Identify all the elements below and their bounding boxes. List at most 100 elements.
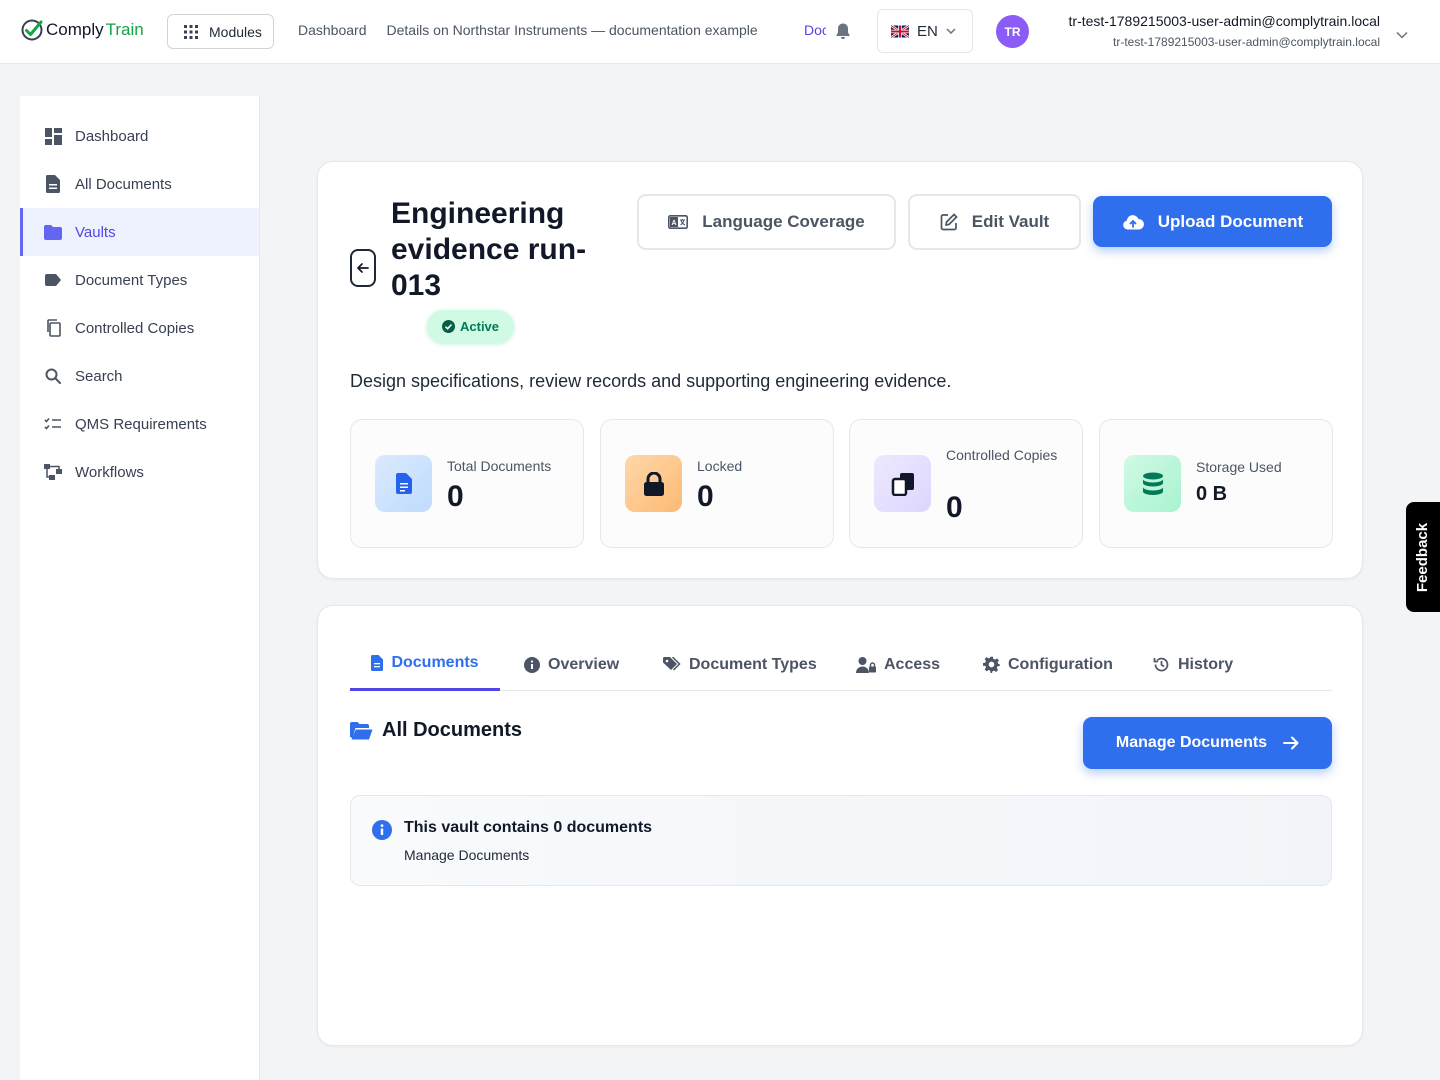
feedback-button[interactable]: Feedback [1406,502,1440,612]
tab-history[interactable]: History [1153,638,1233,691]
page-title: Engineering evidence run-013 [391,197,587,302]
history-icon [1153,657,1169,672]
sidebar-item-label: Dashboard [75,127,149,145]
stat-label: Locked [697,458,743,474]
language-selector[interactable]: EN [877,9,973,53]
grid-icon [184,24,198,39]
brand-name-part1: Comply [46,20,104,39]
tab-bar: Documents Overview Document Types Access… [350,638,1332,691]
stat-value: 0 [946,491,963,524]
stat-value: 0 [697,480,714,513]
sidebar: Dashboard All Documents Vaults Document … [20,96,260,1080]
info-subtitle-link[interactable]: Manage Documents [404,847,529,863]
stat-label: Total Documents [447,458,552,474]
sidebar-item-label: All Documents [75,175,172,193]
language-coverage-button[interactable]: A Language Coverage [637,194,896,250]
tab-label: Overview [548,655,620,673]
tab-label: Configuration [1008,655,1113,673]
database-icon [1124,455,1181,512]
modules-button[interactable]: Modules [167,14,274,49]
edit-vault-label: Edit Vault [971,212,1050,231]
language-icon: A [668,215,689,229]
modules-label: Modules [209,23,262,40]
empty-state-info-box: This vault contains 0 documents Manage D… [350,795,1332,886]
document-icon [44,175,62,193]
avatar[interactable]: TR [996,15,1029,48]
section-title-text: All Documents [382,719,523,741]
sidebar-item-label: Controlled Copies [75,319,195,337]
tab-label: History [1178,655,1234,673]
sidebar-item-all-documents[interactable]: All Documents [20,160,259,208]
vault-header-card: Engineering evidence run-013 Active A La… [317,161,1363,579]
uk-flag-icon [891,24,909,38]
svg-text:A: A [672,220,677,227]
stat-card-locked: Locked 0 [600,419,834,548]
document-icon [371,655,384,671]
upload-document-button[interactable]: Upload Document [1093,196,1332,247]
breadcrumb-details[interactable]: Details on Northstar Instruments — docum… [387,22,758,38]
sidebar-item-workflows[interactable]: Workflows [20,448,259,496]
edit-icon [940,213,958,231]
sidebar-item-dashboard[interactable]: Dashboard [20,112,259,160]
section-title: All Documents [350,719,522,742]
dashboard-icon [44,127,62,145]
language-coverage-label: Language Coverage [702,212,865,231]
breadcrumb-current[interactable]: Doc [804,22,826,38]
check-circle-icon [442,320,455,333]
cloud-upload-icon [1122,214,1144,229]
stat-label: Storage Used [1196,459,1282,475]
status-label: Active [460,319,500,334]
brand-name-part2: Train [105,20,144,39]
sidebar-item-label: Document Types [75,271,188,289]
top-bar: Comply Train Modules Dashboard Details on… [0,0,1440,64]
manage-documents-button[interactable]: Manage Documents [1083,717,1332,769]
folder-icon [44,223,62,241]
tab-documents[interactable]: Documents [350,638,500,691]
vault-description: Design specifications, review records an… [350,371,952,391]
sidebar-item-controlled-copies[interactable]: Controlled Copies [20,304,259,352]
sidebar-item-label: QMS Requirements [75,415,207,433]
breadcrumb-dashboard[interactable]: Dashboard [298,22,367,38]
stat-label: Controlled Copies [946,447,1058,463]
copy-icon [874,455,931,512]
arrow-left-icon [357,263,369,273]
sidebar-item-label: Workflows [75,463,144,481]
sidebar-item-search[interactable]: Search [20,352,259,400]
tab-label: Access [884,655,941,673]
sidebar-item-qms-requirements[interactable]: QMS Requirements [20,400,259,448]
document-icon [375,455,432,512]
edit-vault-button[interactable]: Edit Vault [908,194,1081,250]
notifications-bell-icon[interactable] [835,22,851,45]
tab-document-types[interactable]: Document Types [663,638,817,691]
user-menu-chevron-icon[interactable] [1396,26,1408,44]
brand-logo[interactable]: Comply Train [20,18,144,42]
info-icon [524,656,540,673]
logo-check-icon [21,19,43,41]
feedback-label: Feedback [1414,522,1432,592]
sidebar-item-document-types[interactable]: Document Types [20,256,259,304]
tab-overview[interactable]: Overview [524,638,619,691]
workflow-icon [44,463,62,481]
stat-value: 0 B [1196,483,1228,505]
tab-access[interactable]: Access [856,638,940,691]
folder-open-icon [350,721,373,739]
chevron-down-icon [946,28,956,34]
search-icon [44,367,62,385]
copy-icon [44,319,62,337]
tag-icon [44,271,62,289]
user-lock-icon [856,656,876,673]
info-title: This vault contains 0 documents [404,819,653,836]
user-name[interactable]: tr-test-1789215003-user-admin@complytrai… [1069,13,1380,29]
status-badge: Active [427,310,515,343]
sidebar-item-vaults[interactable]: Vaults [20,208,259,256]
tab-label: Documents [391,654,479,671]
language-code: EN [917,22,938,40]
user-email: tr-test-1789215003-user-admin@complytrai… [1113,35,1380,49]
back-button[interactable] [350,249,376,287]
breadcrumb: Dashboard Details on Northstar Instrumen… [298,22,758,38]
upload-document-label: Upload Document [1157,211,1304,231]
stat-card-total-documents: Total Documents 0 [350,419,584,548]
vault-content-card: Documents Overview Document Types Access… [317,605,1363,1046]
info-icon [372,820,392,845]
tab-configuration[interactable]: Configuration [983,638,1113,691]
